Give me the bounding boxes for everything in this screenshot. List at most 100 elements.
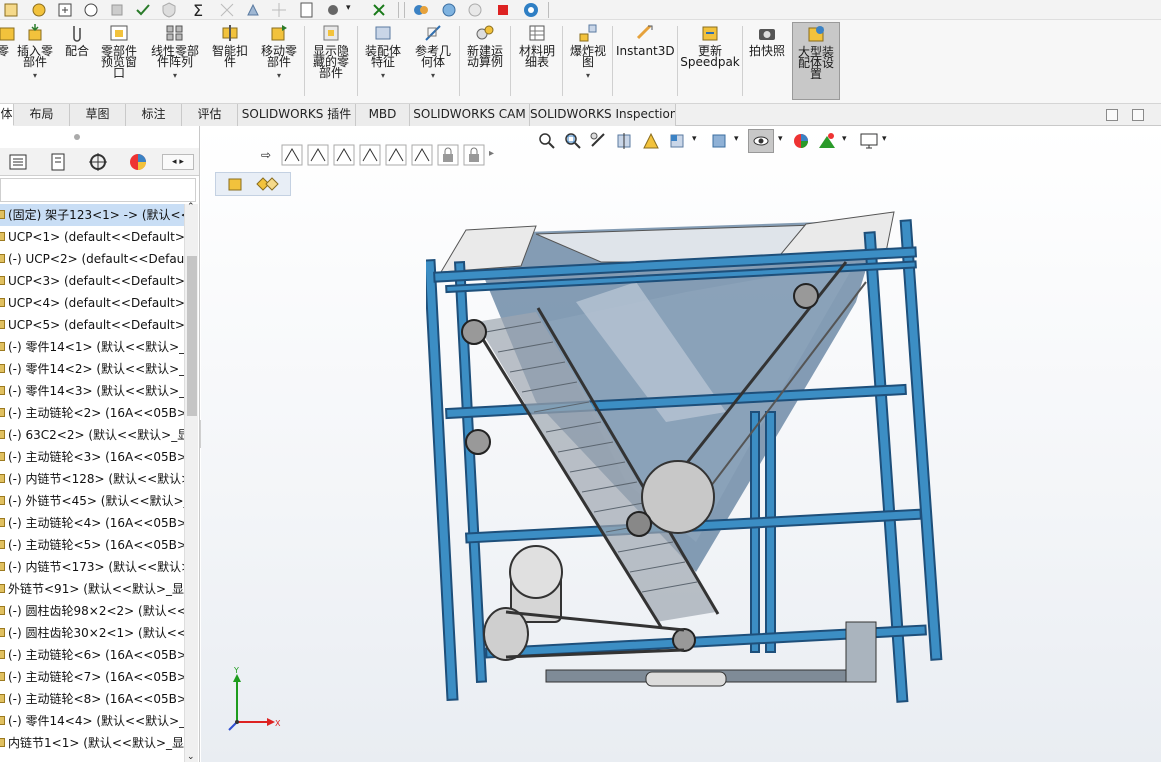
tile-left-icon[interactable] bbox=[1106, 109, 1118, 121]
stop-icon[interactable] bbox=[494, 1, 512, 19]
tab-solidworks-inspection[interactable]: SOLIDWORKS Inspection bbox=[530, 104, 676, 126]
lock-icon[interactable] bbox=[463, 144, 485, 166]
partial-button[interactable]: 零 bbox=[0, 22, 15, 100]
mate-button[interactable]: 配合 bbox=[60, 22, 94, 100]
show-hidden-components-button[interactable]: 显示隐 藏的零 部件 bbox=[308, 22, 354, 100]
close-x-icon[interactable] bbox=[370, 1, 388, 19]
sparkle-icon[interactable] bbox=[270, 1, 288, 19]
tab-scroll-arrows[interactable]: ◂ ▸ bbox=[162, 154, 194, 170]
tree-item[interactable]: (-) UCP<2> (default<<Default bbox=[0, 248, 184, 270]
tree-item[interactable]: (-) 零件14<1> (默认<<默认>_显 bbox=[0, 336, 184, 358]
chevron-down-icon[interactable]: ▾ bbox=[778, 134, 783, 144]
mate-coincident-icon[interactable] bbox=[281, 144, 303, 166]
tab-assembly[interactable]: 体 bbox=[0, 104, 14, 126]
bill-of-materials-button[interactable]: 材料明 细表 bbox=[514, 22, 560, 100]
scene-icon[interactable] bbox=[440, 1, 458, 19]
tree-item[interactable]: (-) 主动链轮<2> (16A<<05B>_ bbox=[0, 402, 184, 424]
assembly-breadcrumb-icon[interactable] bbox=[226, 175, 246, 193]
tab-layout[interactable]: 布局 bbox=[14, 104, 70, 126]
reference-geometry-button[interactable]: 参考几 何体 ▾ bbox=[410, 22, 456, 100]
shield-icon[interactable] bbox=[160, 1, 178, 19]
move-component-button[interactable]: 移动零 部件 ▾ bbox=[256, 22, 302, 100]
display-style-icon[interactable] bbox=[324, 1, 342, 19]
tree-item[interactable]: UCP<5> (default<<Default>_D bbox=[0, 314, 184, 336]
chevron-down-icon[interactable]: ▾ bbox=[410, 70, 456, 81]
document-edit-icon[interactable] bbox=[298, 1, 316, 19]
hide-show-items-button[interactable] bbox=[748, 129, 774, 153]
tree-scrollbar[interactable]: ⌃ ⌄ bbox=[184, 202, 198, 762]
scrollbar-thumb[interactable] bbox=[187, 256, 197, 416]
configuration-tab-icon[interactable] bbox=[86, 150, 110, 174]
tile-right-icon[interactable] bbox=[1132, 109, 1144, 121]
tab-sketch[interactable]: 草图 bbox=[70, 104, 126, 126]
tree-item[interactable]: (-) 零件14<2> (默认<<默认>_显 bbox=[0, 358, 184, 380]
tree-item[interactable]: (-) 主动链轮<8> (16A<<05B>_ bbox=[0, 688, 184, 710]
zoom-area-icon[interactable] bbox=[562, 130, 584, 152]
interference-icon[interactable] bbox=[108, 1, 126, 19]
display-style-icon[interactable] bbox=[708, 130, 730, 152]
take-snapshot-button[interactable]: 拍快照 bbox=[745, 22, 789, 100]
display-manager-tab-icon[interactable] bbox=[126, 150, 150, 174]
tree-item[interactable]: (-) 内链节<173> (默认<<默认>_ bbox=[0, 556, 184, 578]
zoom-to-fit-icon[interactable] bbox=[536, 130, 558, 152]
linear-component-pattern-button[interactable]: 线性零部 件阵列 ▾ bbox=[146, 22, 204, 100]
view-orientation-icon[interactable] bbox=[666, 130, 688, 152]
chevron-down-icon[interactable]: ⌄ bbox=[187, 752, 195, 762]
mate-tangent-icon[interactable] bbox=[359, 144, 381, 166]
section-view-icon[interactable] bbox=[614, 130, 636, 152]
large-assembly-settings-button[interactable]: 大型装 配体设 置 bbox=[792, 22, 840, 100]
rebuild-icon[interactable] bbox=[30, 1, 48, 19]
new-motion-study-button[interactable]: 新建运 动算例 bbox=[462, 22, 508, 100]
previous-view-icon[interactable] bbox=[588, 130, 610, 152]
mate-distance-icon[interactable] bbox=[411, 144, 433, 166]
new-document-icon[interactable] bbox=[2, 1, 20, 19]
tab-evaluate[interactable]: 评估 bbox=[182, 104, 238, 126]
tree-item[interactable]: (-) 零件14<3> (默认<<默认>_显 bbox=[0, 380, 184, 402]
appearance-icon[interactable] bbox=[412, 1, 430, 19]
tree-item[interactable]: (固定) 架子123<1> -> (默认<<默认>_显示状态 bbox=[0, 204, 184, 226]
property-manager-tab-icon[interactable] bbox=[46, 150, 70, 174]
sum-icon[interactable]: Σ bbox=[190, 1, 208, 19]
options-icon[interactable] bbox=[56, 1, 74, 19]
chevron-right-icon[interactable]: ▸ bbox=[489, 148, 494, 159]
instant3d-button[interactable]: Instant3D bbox=[616, 22, 675, 100]
dynamic-annotation-icon[interactable] bbox=[640, 130, 662, 152]
tree-filter-input[interactable] bbox=[0, 178, 196, 202]
measure-icon[interactable] bbox=[82, 1, 100, 19]
part-breadcrumb-icon[interactable] bbox=[254, 175, 280, 193]
assembly-features-button[interactable]: 装配体 特征 ▾ bbox=[360, 22, 406, 100]
smart-fasteners-button[interactable]: 智能扣 件 bbox=[208, 22, 252, 100]
chevron-down-icon[interactable]: ▾ bbox=[146, 70, 204, 81]
chevron-down-icon[interactable]: ▾ bbox=[734, 134, 739, 144]
tree-item[interactable]: (-) 圆柱齿轮98×2<2> (默认<<默 bbox=[0, 600, 184, 622]
chevron-down-icon[interactable]: ▾ bbox=[566, 70, 610, 81]
tree-item[interactable]: (-) 63C2<2> (默认<<默认>_显示 bbox=[0, 424, 184, 446]
apply-scene-icon[interactable] bbox=[816, 130, 838, 152]
chevron-down-icon[interactable]: ▾ bbox=[360, 70, 406, 81]
tree-item[interactable]: (-) 零件14<4> (默认<<默认>_显 bbox=[0, 710, 184, 732]
mirror-icon[interactable] bbox=[244, 1, 262, 19]
tree-item[interactable]: (-) 内链节<128> (默认<<默认>_ bbox=[0, 468, 184, 490]
check-icon[interactable] bbox=[134, 1, 152, 19]
chevron-down-icon[interactable]: ▾ bbox=[256, 70, 302, 81]
chevron-down-icon[interactable]: ▾ bbox=[882, 134, 887, 144]
edit-appearance-icon[interactable] bbox=[790, 130, 812, 152]
tree-item[interactable]: UCP<1> (default<<Default>_D bbox=[0, 226, 184, 248]
tree-item[interactable]: UCP<3> (default<<Default>_D bbox=[0, 270, 184, 292]
exploded-view-button[interactable]: 爆炸视 图 ▾ bbox=[566, 22, 610, 100]
tree-item[interactable]: (-) 主动链轮<7> (16A<<05B>_ bbox=[0, 666, 184, 688]
check-circle-icon[interactable] bbox=[466, 1, 484, 19]
chevron-down-icon[interactable]: ▾ bbox=[12, 70, 58, 81]
component-preview-window-button[interactable]: 零部件 预览窗 口 bbox=[96, 22, 142, 100]
tab-mbd[interactable]: MBD bbox=[356, 104, 410, 126]
tree-item[interactable]: (-) 主动链轮<5> (16A<<05B>_ bbox=[0, 534, 184, 556]
chevron-down-icon[interactable]: ▾ bbox=[346, 3, 351, 13]
update-speedpak-button[interactable]: 更新 Speedpak bbox=[680, 22, 740, 100]
tree-item[interactable]: UCP<4> (default<<Default>_D bbox=[0, 292, 184, 314]
chevron-down-icon[interactable]: ▾ bbox=[692, 134, 697, 144]
mate-perpendicular-icon[interactable] bbox=[333, 144, 355, 166]
insert-component-button[interactable]: 插入零 部件 ▾ bbox=[12, 22, 58, 100]
section-icon[interactable] bbox=[218, 1, 236, 19]
tree-item[interactable]: 外链节<91> (默认<<默认>_显示 bbox=[0, 578, 184, 600]
tree-item[interactable]: (-) 外链节<45> (默认<<默认>_ bbox=[0, 490, 184, 512]
